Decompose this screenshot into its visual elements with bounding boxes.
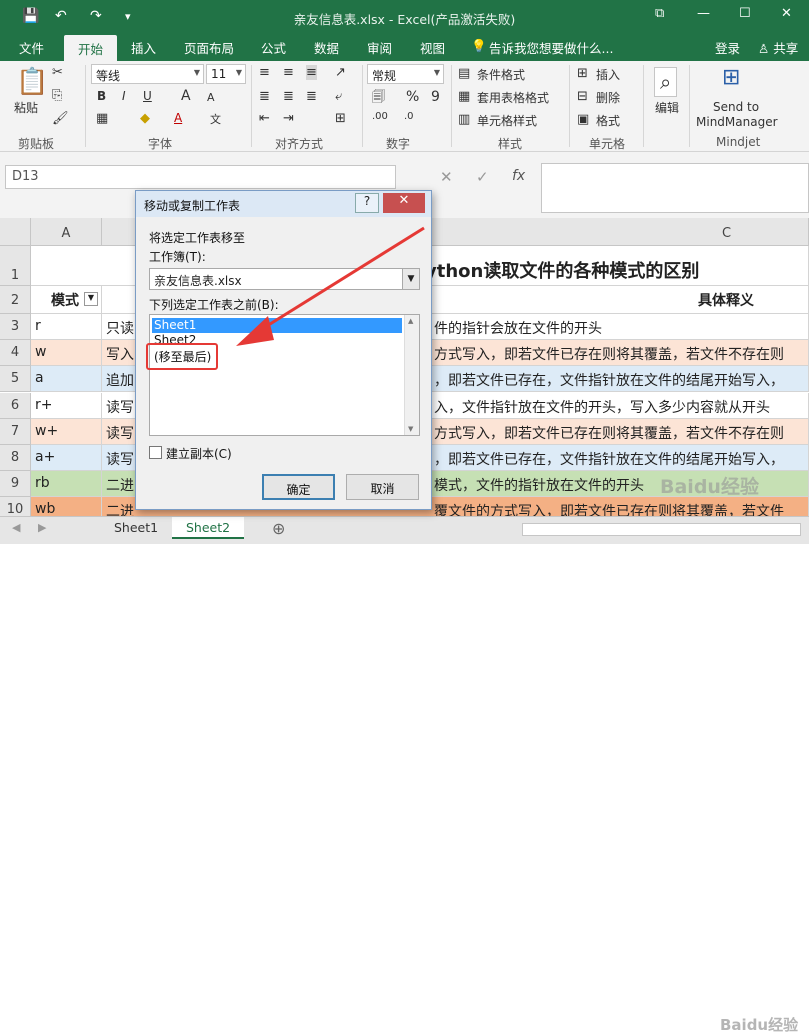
arrow-line xyxy=(253,226,425,336)
watermark-text: Baidu经验 xyxy=(720,1016,799,1034)
arrow-head xyxy=(236,316,274,346)
annotation-arrow xyxy=(236,226,425,346)
